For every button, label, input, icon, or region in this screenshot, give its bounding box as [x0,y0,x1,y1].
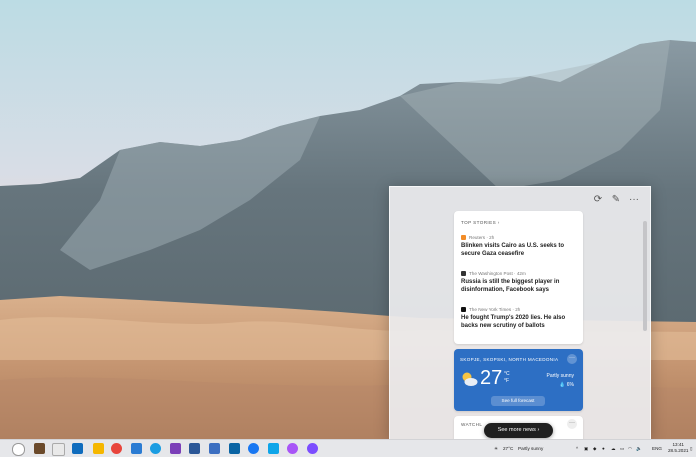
news-source: The New York Times · 2h [469,307,521,312]
news-item[interactable]: The New York Times · 2h He fought Trump'… [461,307,577,330]
refresh-icon[interactable]: ⟳ [591,193,605,207]
chevron-right-icon: › [497,220,500,225]
news-item[interactable]: The Washington Post · 42m Russia is stil… [461,271,577,294]
panel-scrollbar[interactable] [643,221,647,331]
see-full-forecast-button[interactable]: See full forecast [491,396,545,406]
see-more-news-button[interactable]: See more news › [484,423,553,438]
weather-sun-icon[interactable]: ☀ [494,440,498,457]
news-item[interactable]: Reuters · 2h Blinken visits Cairo as U.S… [461,235,577,258]
word-icon[interactable] [189,443,200,454]
weather-humidity: 💧 6% [559,382,574,388]
source-logo-icon [461,271,466,276]
weather-condition: Partly sunny [546,373,574,379]
top-stories-heading[interactable]: TOP STORIES › [461,220,500,225]
news-headline: Blinken visits Cairo as U.S. seeks to se… [461,243,565,257]
weather-more-icon[interactable]: ··· [567,354,577,364]
onedrive-cloud-icon[interactable]: ☁ [611,440,616,457]
notepad-icon[interactable] [52,443,65,456]
taskbar-weather-temp[interactable]: 27°C [503,440,513,457]
clock-date: 28.5.2021 [668,448,689,453]
show-hidden-icons-icon[interactable]: ^ [576,440,578,457]
language-indicator[interactable]: ENG [652,440,662,457]
mail-icon[interactable] [229,443,240,454]
source-logo-icon [461,307,466,312]
messenger-icon[interactable] [287,443,298,454]
file-explorer-icon[interactable] [93,443,104,454]
facebook-icon[interactable] [248,443,259,454]
edit-icon[interactable]: ✎ [609,193,623,207]
outlook-icon[interactable] [72,443,83,454]
top-stories-card: TOP STORIES › Reuters · 2h Blinken visit… [454,211,583,344]
app-tray-icon[interactable]: ◆ [593,440,597,457]
news-headline: He fought Trump's 2020 lies. He also bac… [461,315,566,329]
app-tray-icon[interactable]: ▣ [584,440,588,457]
edge-icon[interactable] [150,443,161,454]
app-tray-icon[interactable]: ● [602,440,605,457]
battery-icon[interactable]: ▭ [620,440,624,457]
photos-icon[interactable] [209,443,220,454]
partly-sunny-icon [462,372,478,386]
weather-temperature: 27 [480,367,503,389]
volume-icon[interactable]: 🔈 [636,440,642,457]
news-source: Reuters · 2h [469,235,495,240]
news-source: The Washington Post · 42m [469,271,526,276]
app-icon[interactable] [268,443,279,454]
temperature-unit-toggle[interactable]: °C °F [504,371,510,385]
wifi-icon[interactable]: ◠ [628,440,632,457]
viber-icon[interactable] [307,443,318,454]
widgets-panel: ⟳ ✎ ··· TOP STORIES › Reuters · 2h Blink… [389,186,651,440]
watchlist-heading[interactable]: WATCHL [461,422,482,427]
watchlist-more-icon[interactable]: ··· [567,419,577,429]
source-logo-icon [461,235,466,240]
news-headline: Russia is still the biggest player in di… [461,279,560,293]
chrome-icon[interactable] [111,443,122,454]
todo-check-icon[interactable] [131,443,142,454]
droplet-icon: 💧 [559,382,566,388]
onenote-icon[interactable] [170,443,181,454]
weather-card[interactable]: SKOPJE, SKOPSKI, NORTH MACEDONIA ··· 27 … [454,349,583,411]
taskbar-weather-condition[interactable]: Partly sunny [518,440,543,457]
settings-gear-icon[interactable] [12,443,25,456]
more-options-icon[interactable]: ··· [627,193,641,207]
taskbar: ☀ 27°C Partly sunny ^ ▣ ◆ ● ☁ ▭ ◠ 🔈 ENG … [0,439,696,457]
weather-location: SKOPJE, SKOPSKI, NORTH MACEDONIA [460,357,559,362]
clock[interactable]: 13:41 28.5.2021 [668,442,688,454]
notifications-icon[interactable]: ▯ [690,440,693,457]
store-icon[interactable] [34,443,45,454]
